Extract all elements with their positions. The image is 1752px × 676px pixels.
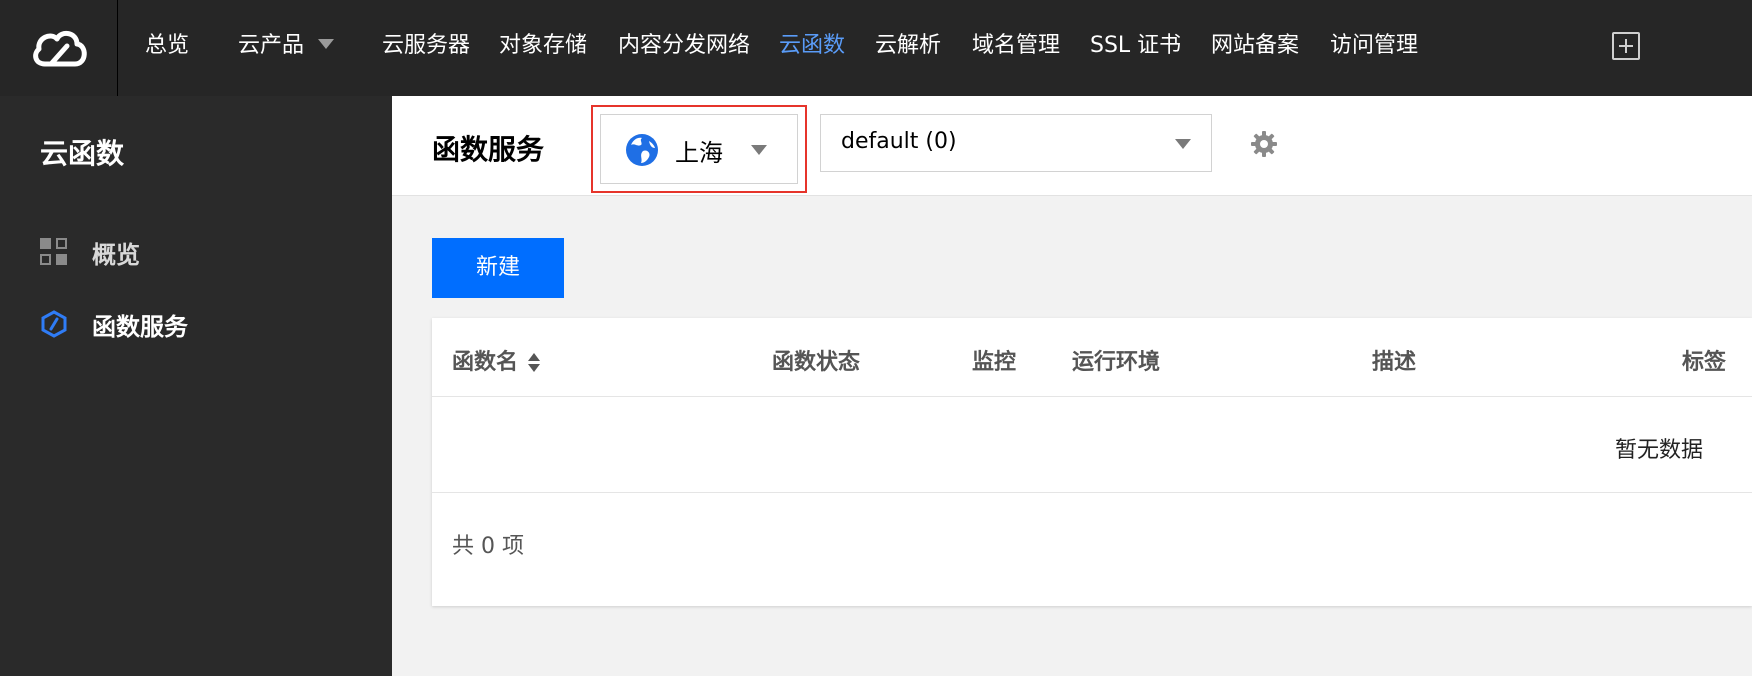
total-count: 共 0 项 [452,534,524,559]
chevron-down-icon [1175,139,1191,149]
nav-dns[interactable]: 云解析 [875,0,941,96]
nav-domain[interactable]: 域名管理 [972,0,1060,96]
function-hexagon-icon [40,310,68,338]
content-header: 函数服务 上海 default (0) [392,96,1752,196]
sidebar: 云函数 概览 函数服务 [0,96,392,676]
cloud-logo[interactable] [0,0,118,96]
column-header-description: 描述 [1372,350,1417,375]
nav-overview[interactable]: 总览 [145,0,189,96]
region-value: 上海 [675,139,723,167]
nav-cvm[interactable]: 云服务器 [382,0,470,96]
page-title: 函数服务 [432,133,545,166]
column-header-runtime: 运行环境 [1072,350,1161,375]
nav-cloud-products[interactable]: 云产品 [238,0,335,96]
top-navigation: 总览 云产品 云服务器 对象存储 内容分发网络 云函数 云解析 域名管理 SSL… [0,0,1752,96]
namespace-value: default (0) [841,129,957,154]
sidebar-title: 云函数 [40,137,125,170]
gear-icon[interactable] [1250,130,1278,158]
region-select[interactable]: 上海 [600,114,798,184]
sidebar-item-overview[interactable]: 概览 [40,234,140,270]
column-header-monitor: 监控 [972,350,1017,375]
namespace-select[interactable]: default (0) [820,114,1212,172]
sidebar-item-label: 概览 [92,240,140,269]
function-table: 函数名 函数状态 监控 运行环境 描述 标签 暂无数据 共 0 项 [432,318,1752,606]
nav-scf[interactable]: 云函数 [779,0,845,96]
chevron-down-icon [318,39,335,49]
nav-icp[interactable]: 网站备案 [1211,0,1299,96]
sidebar-item-label: 函数服务 [92,312,188,341]
nav-cloud-products-label: 云产品 [238,33,305,58]
sort-icon[interactable] [528,353,541,373]
nav-cdn[interactable]: 内容分发网络 [618,0,750,96]
nav-cam[interactable]: 访问管理 [1330,0,1418,96]
empty-state-text: 暂无数据 [1615,438,1704,463]
sidebar-item-functions[interactable]: 函数服务 [40,306,188,342]
grid-icon [40,238,68,266]
chevron-down-icon [751,145,767,155]
column-header-status: 函数状态 [772,350,861,375]
nav-cos[interactable]: 对象存储 [499,0,587,96]
cloud-logo-icon [32,30,87,67]
header-divider [432,396,1752,397]
column-header-tags: 标签 [1682,350,1727,375]
globe-icon [626,134,658,166]
nav-ssl[interactable]: SSL 证书 [1090,0,1181,96]
plus-square-icon[interactable] [1612,32,1640,60]
row-divider [432,492,1752,493]
new-function-button[interactable]: 新建 [432,238,564,298]
column-header-label: 函数名 [452,350,519,375]
column-header-name[interactable]: 函数名 [452,344,541,376]
